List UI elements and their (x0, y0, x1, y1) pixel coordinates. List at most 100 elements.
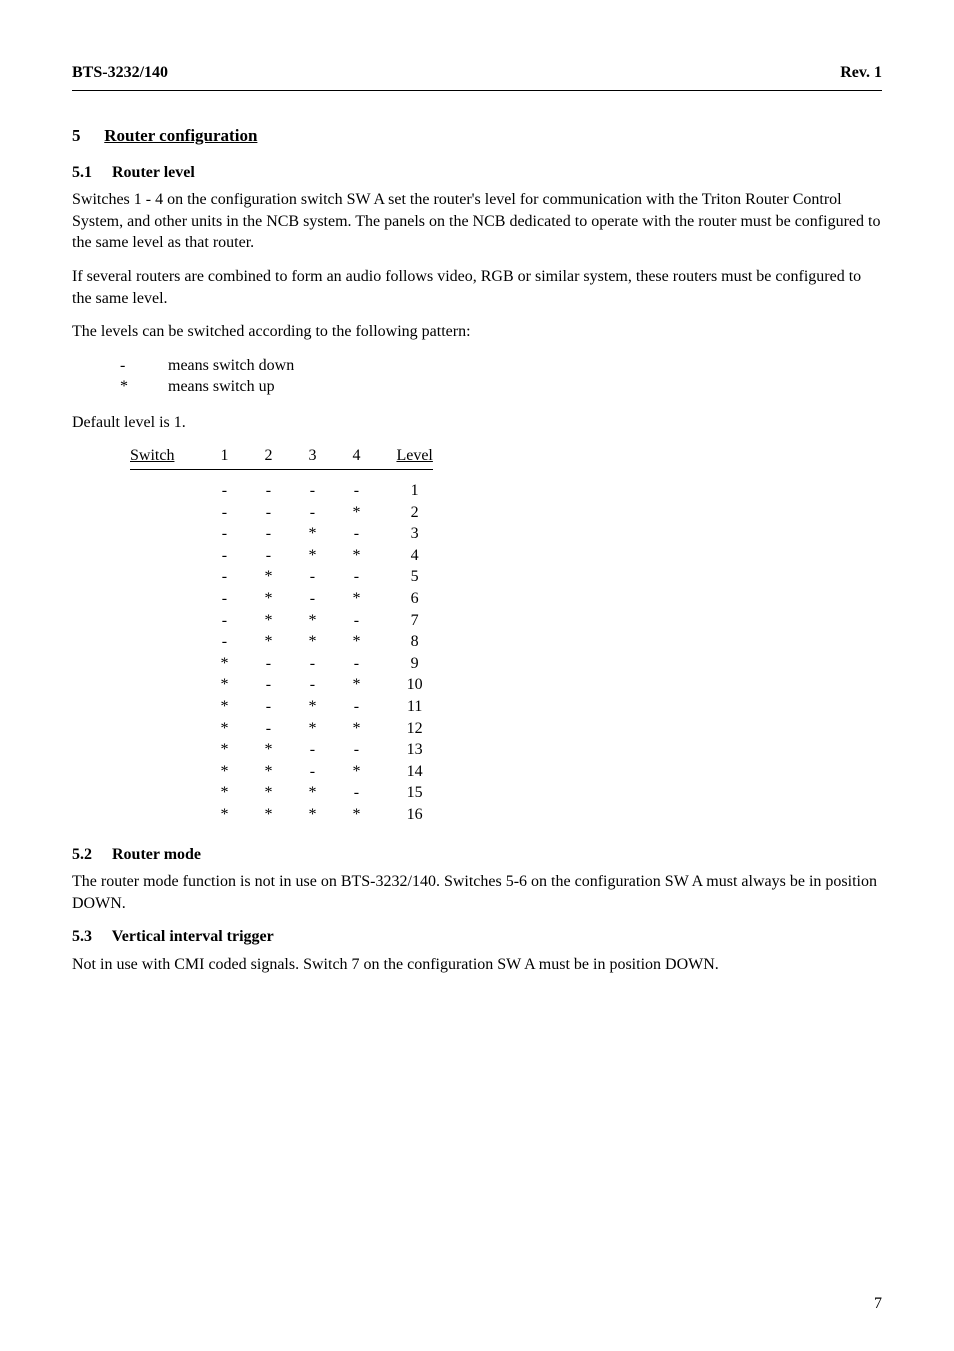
table-row: ---*2 (130, 502, 433, 524)
cell-switch: * (334, 804, 378, 826)
col-1: 1 (202, 445, 246, 469)
cell-switch: * (290, 696, 334, 718)
table-row: -*-*6 (130, 588, 433, 610)
header-right: Rev. 1 (840, 62, 882, 84)
table-row: -**-7 (130, 610, 433, 632)
table-row: ****16 (130, 804, 433, 826)
cell-switch: - (202, 523, 246, 545)
cell-empty (130, 718, 202, 740)
cell-switch: - (246, 480, 290, 502)
cell-level: 16 (378, 804, 432, 826)
table-row: ----1 (130, 480, 433, 502)
cell-empty (130, 566, 202, 588)
cell-switch: * (202, 739, 246, 761)
cell-switch: - (202, 631, 246, 653)
paragraph: Switches 1 - 4 on the configuration swit… (72, 189, 882, 254)
cell-switch: * (290, 631, 334, 653)
cell-switch: - (334, 480, 378, 502)
cell-empty (130, 739, 202, 761)
legend-row: * means switch up (120, 376, 882, 398)
cell-switch: * (334, 502, 378, 524)
subsection-title: Vertical interval trigger (112, 928, 274, 945)
cell-switch: * (202, 674, 246, 696)
cell-switch: - (290, 588, 334, 610)
cell-switch: - (334, 696, 378, 718)
cell-switch: * (246, 761, 290, 783)
subsection-number: 5.3 (72, 926, 108, 948)
cell-empty (130, 696, 202, 718)
cell-switch: - (290, 566, 334, 588)
cell-switch: * (202, 696, 246, 718)
table-row: ***-15 (130, 782, 433, 804)
cell-switch: - (334, 653, 378, 675)
cell-switch: * (290, 782, 334, 804)
table-row: --*-3 (130, 523, 433, 545)
table-row: *-**12 (130, 718, 433, 740)
cell-switch: - (334, 523, 378, 545)
table-row: *---9 (130, 653, 433, 675)
cell-empty (130, 631, 202, 653)
cell-switch: - (290, 480, 334, 502)
switch-level-table: Switch 1 2 3 4 Level ----1---*2--*-3--**… (130, 445, 433, 825)
cell-switch: - (334, 610, 378, 632)
cell-switch: - (202, 502, 246, 524)
paragraph: Not in use with CMI coded signals. Switc… (72, 954, 882, 976)
cell-switch: * (290, 610, 334, 632)
table-row: --**4 (130, 545, 433, 567)
cell-switch: * (334, 718, 378, 740)
cell-level: 4 (378, 545, 432, 567)
header-rule (72, 90, 882, 91)
cell-empty (130, 804, 202, 826)
cell-switch: - (246, 502, 290, 524)
cell-switch: * (246, 739, 290, 761)
cell-empty (130, 480, 202, 502)
cell-level: 8 (378, 631, 432, 653)
cell-empty (130, 588, 202, 610)
cell-level: 2 (378, 502, 432, 524)
col-3: 3 (290, 445, 334, 469)
table-header-row: Switch 1 2 3 4 Level (130, 445, 433, 469)
cell-switch: * (246, 588, 290, 610)
cell-switch: * (290, 545, 334, 567)
cell-switch: * (334, 761, 378, 783)
section-5-heading: 5 Router configuration (72, 125, 882, 148)
legend-symbol: - (120, 355, 168, 377)
cell-level: 3 (378, 523, 432, 545)
cell-switch: * (246, 782, 290, 804)
cell-switch: - (246, 523, 290, 545)
cell-empty (130, 610, 202, 632)
subsection-number: 5.2 (72, 844, 108, 866)
table-row: **--13 (130, 739, 433, 761)
cell-level: 9 (378, 653, 432, 675)
subsection-number: 5.1 (72, 162, 108, 184)
cell-switch: - (246, 545, 290, 567)
cell-switch: - (290, 502, 334, 524)
subsection-5-2-heading: 5.2 Router mode (72, 844, 882, 866)
subsection-5-3-heading: 5.3 Vertical interval trigger (72, 926, 882, 948)
cell-level: 13 (378, 739, 432, 761)
cell-switch: * (334, 545, 378, 567)
table-row: -***8 (130, 631, 433, 653)
cell-switch: - (334, 566, 378, 588)
col-switch: Switch (130, 445, 202, 469)
cell-empty (130, 502, 202, 524)
cell-switch: * (246, 566, 290, 588)
cell-switch: * (202, 718, 246, 740)
table-row: -*--5 (130, 566, 433, 588)
cell-level: 15 (378, 782, 432, 804)
legend-text: means switch down (168, 355, 294, 377)
cell-switch: - (202, 480, 246, 502)
cell-level: 14 (378, 761, 432, 783)
col-2: 2 (246, 445, 290, 469)
cell-switch: * (246, 610, 290, 632)
cell-switch: * (290, 718, 334, 740)
section-number: 5 (72, 125, 100, 148)
cell-switch: - (202, 566, 246, 588)
cell-empty (130, 782, 202, 804)
cell-switch: * (202, 761, 246, 783)
cell-switch: - (246, 718, 290, 740)
col-level: Level (378, 445, 432, 469)
paragraph: If several routers are combined to form … (72, 266, 882, 309)
section-title: Router configuration (104, 126, 257, 145)
paragraph: The router mode function is not in use o… (72, 871, 882, 914)
